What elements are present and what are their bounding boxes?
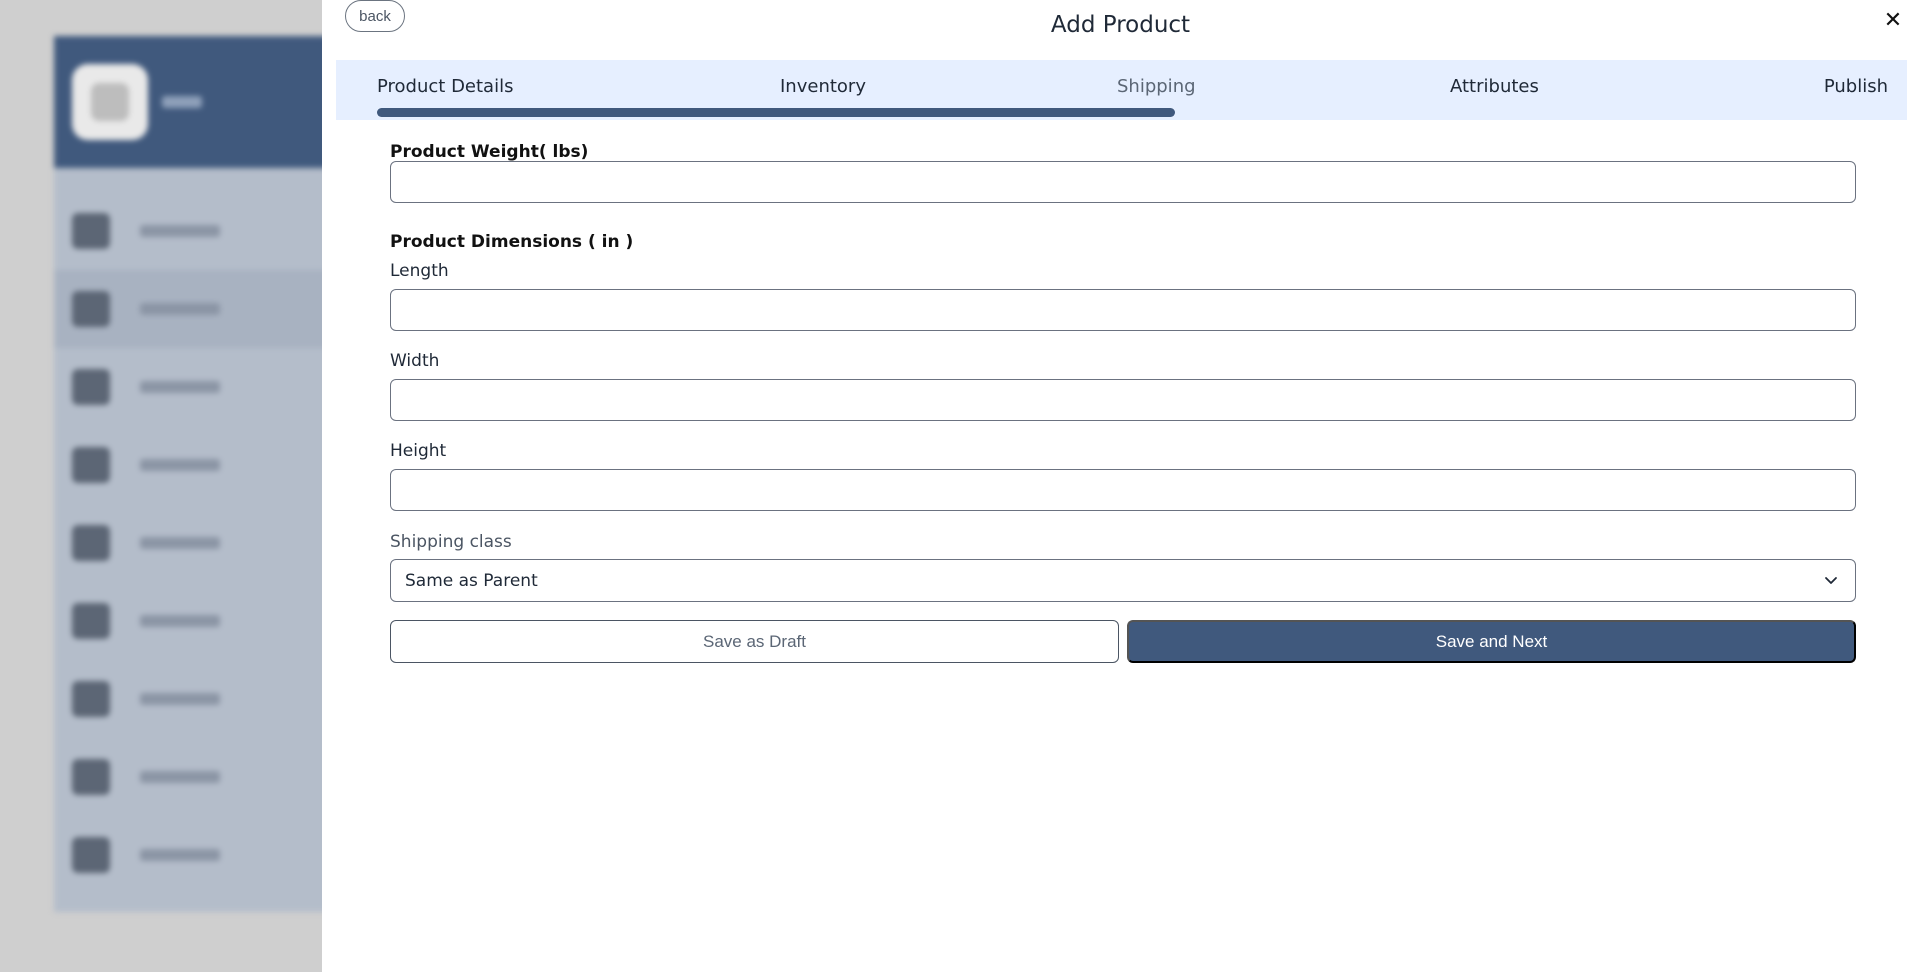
- background-sidebar-header: [54, 36, 344, 168]
- logout-icon: [72, 837, 110, 873]
- save-as-draft-button[interactable]: Save as Draft: [390, 620, 1119, 663]
- background-nav-item: [54, 426, 344, 504]
- weight-label: Product Weight( lbs): [390, 142, 589, 162]
- coupons-icon: [72, 447, 110, 483]
- background-brand-text: [162, 96, 202, 108]
- width-input[interactable]: [390, 379, 1856, 421]
- background-nav-item: [54, 270, 344, 348]
- tab-shipping[interactable]: Shipping: [1117, 76, 1196, 97]
- chevron-down-icon: [1825, 577, 1837, 584]
- settings-icon: [72, 759, 110, 795]
- products-icon: [72, 291, 110, 327]
- step-progress-bar: [377, 108, 1175, 117]
- height-label: Height: [390, 441, 447, 461]
- logo-icon: [72, 64, 148, 140]
- background-nav-item: [54, 192, 344, 270]
- add-product-modal: back Add Product ✕ Product Details Inven…: [322, 0, 1919, 972]
- length-input[interactable]: [390, 289, 1856, 331]
- tab-publish[interactable]: Publish: [1824, 76, 1888, 97]
- background-nav-item: [54, 738, 344, 816]
- shipping-class-label: Shipping class: [390, 532, 512, 552]
- dimensions-label: Product Dimensions ( in ): [390, 232, 634, 252]
- shipping-class-value: Same as Parent: [405, 570, 538, 591]
- background-nav: [54, 168, 344, 894]
- weight-input[interactable]: [390, 161, 1856, 203]
- tab-product-details[interactable]: Product Details: [377, 76, 513, 97]
- background-nav-item: [54, 504, 344, 582]
- payouts-icon: [72, 603, 110, 639]
- background-nav-item: [54, 348, 344, 426]
- width-label: Width: [390, 351, 440, 371]
- shipping-icon: [72, 525, 110, 561]
- reviews-icon: [72, 681, 110, 717]
- length-label: Length: [390, 261, 449, 281]
- background-sidebar: [54, 36, 344, 912]
- dashboard-icon: [72, 213, 110, 249]
- orders-icon: [72, 369, 110, 405]
- step-tabs: Product Details Inventory Shipping Attri…: [336, 60, 1907, 120]
- modal-title: Add Product: [1050, 12, 1191, 38]
- background-nav-item: [54, 582, 344, 660]
- background-nav-item: [54, 660, 344, 738]
- background-nav-item: [54, 816, 344, 894]
- tab-inventory[interactable]: Inventory: [780, 76, 866, 97]
- tab-attributes[interactable]: Attributes: [1450, 76, 1539, 97]
- shipping-class-select[interactable]: Same as Parent: [390, 559, 1856, 602]
- height-input[interactable]: [390, 469, 1856, 511]
- form-actions: Save as Draft Save and Next: [390, 620, 1856, 663]
- close-icon[interactable]: ✕: [1879, 6, 1907, 34]
- save-and-next-button[interactable]: Save and Next: [1127, 620, 1856, 663]
